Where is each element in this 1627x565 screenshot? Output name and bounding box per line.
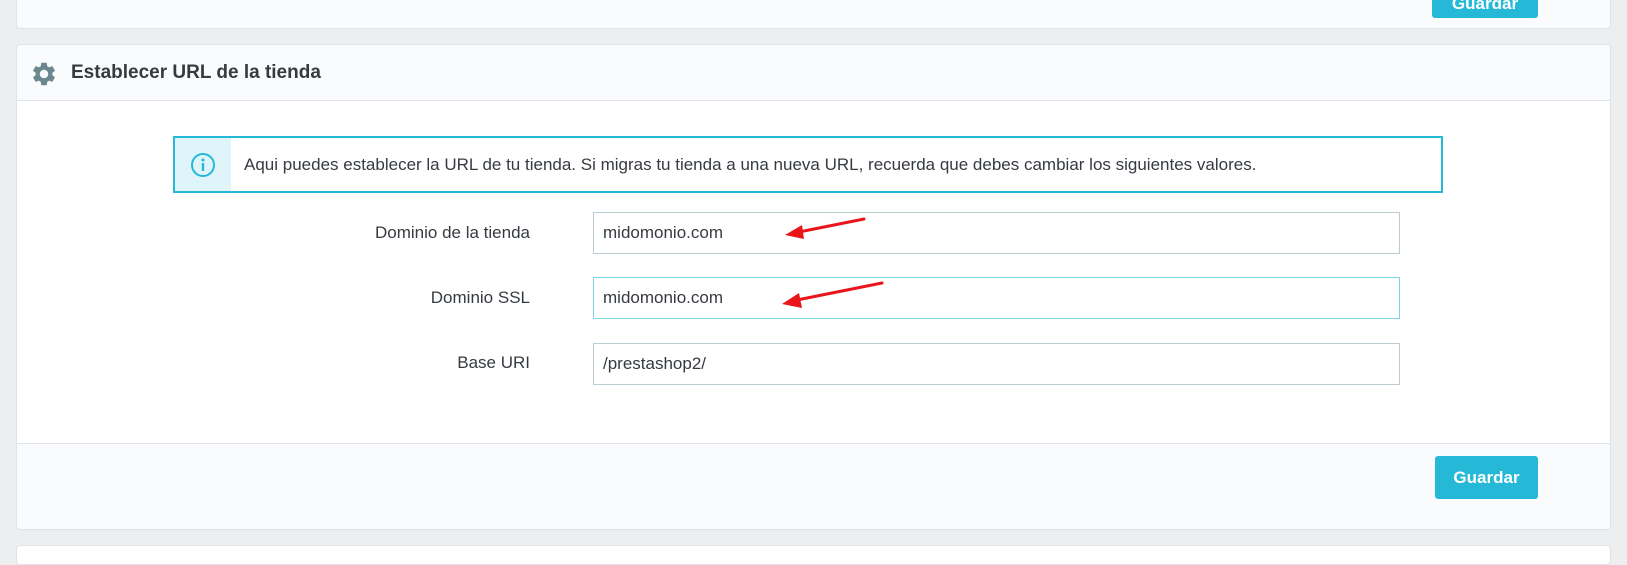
shop-domain-input[interactable] bbox=[593, 212, 1400, 254]
save-button[interactable]: Guardar bbox=[1435, 456, 1538, 499]
next-panel-edge bbox=[16, 545, 1611, 565]
base-uri-label: Base URI bbox=[457, 353, 530, 372]
shop-domain-label: Dominio de la tienda bbox=[375, 223, 530, 242]
previous-panel-footer: Guardar bbox=[16, 0, 1611, 29]
info-alert-icon-area bbox=[175, 138, 231, 191]
gear-icon bbox=[33, 62, 55, 86]
ssl-domain-input[interactable] bbox=[593, 277, 1400, 319]
panel-footer: Guardar bbox=[17, 443, 1610, 529]
shop-url-panel: Establecer URL de la tienda Aqui puedes … bbox=[16, 44, 1611, 530]
ssl-domain-label: Dominio SSL bbox=[430, 288, 530, 307]
info-icon bbox=[191, 153, 215, 177]
panel-header: Establecer URL de la tienda bbox=[17, 45, 1610, 101]
base-uri-input[interactable] bbox=[593, 343, 1400, 385]
info-alert-text: Aqui puedes establecer la URL de tu tien… bbox=[244, 155, 1257, 174]
panel-title: Establecer URL de la tienda bbox=[71, 62, 321, 83]
info-alert: Aqui puedes establecer la URL de tu tien… bbox=[173, 136, 1443, 193]
previous-save-button[interactable]: Guardar bbox=[1432, 0, 1538, 18]
